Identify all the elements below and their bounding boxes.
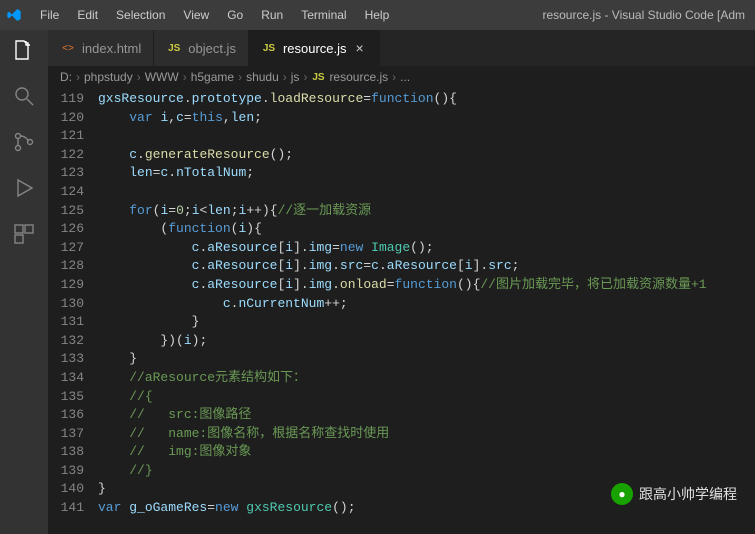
breadcrumb-file[interactable]: JSresource.js [311, 70, 388, 84]
extensions-icon[interactable] [12, 222, 36, 246]
line-number: 141 [48, 499, 84, 518]
menu-go[interactable]: Go [219, 4, 251, 26]
code-content[interactable]: gxsResource.prototype.loadResource=funct… [98, 88, 755, 534]
line-number: 122 [48, 146, 84, 165]
code-line[interactable]: c.generateResource(); [98, 146, 755, 165]
menu-view[interactable]: View [175, 4, 217, 26]
code-line[interactable]: c.aResource[i].img=new Image(); [98, 239, 755, 258]
breadcrumb: D:›phpstudy›WWW›h5game›shudu›js›JSresour… [48, 66, 755, 88]
source-control-icon[interactable] [12, 130, 36, 154]
code-area[interactable]: 1191201211221231241251261271281291301311… [48, 88, 755, 534]
code-line[interactable]: gxsResource.prototype.loadResource=funct… [98, 90, 755, 109]
chevron-right-icon: › [183, 70, 187, 84]
code-line[interactable] [98, 127, 755, 146]
code-line[interactable] [98, 183, 755, 202]
breadcrumb-item[interactable]: shudu [246, 70, 279, 84]
js-file-icon: JS [261, 40, 277, 56]
menu-bar: File Edit Selection View Go Run Terminal… [32, 4, 397, 26]
line-number: 120 [48, 109, 84, 128]
editor-area: <>index.htmlJSobject.jsJSresource.js× D:… [48, 30, 755, 534]
tab-label: index.html [82, 41, 141, 56]
menu-edit[interactable]: Edit [69, 4, 106, 26]
line-number: 133 [48, 350, 84, 369]
wechat-icon: ● [611, 483, 633, 505]
chevron-right-icon: › [137, 70, 141, 84]
code-line[interactable]: var i,c=this,len; [98, 109, 755, 128]
line-number: 136 [48, 406, 84, 425]
code-line[interactable]: (function(i){ [98, 220, 755, 239]
line-number: 132 [48, 332, 84, 351]
menu-selection[interactable]: Selection [108, 4, 173, 26]
chevron-right-icon: › [392, 70, 396, 84]
code-line[interactable]: len=c.nTotalNum; [98, 164, 755, 183]
code-line[interactable]: } [98, 313, 755, 332]
menu-help[interactable]: Help [357, 4, 398, 26]
line-number: 124 [48, 183, 84, 202]
code-line[interactable]: // src:图像路径 [98, 406, 755, 425]
line-number: 131 [48, 313, 84, 332]
line-number: 129 [48, 276, 84, 295]
title-bar: File Edit Selection View Go Run Terminal… [0, 0, 755, 30]
code-line[interactable]: //aResource元素结构如下： [98, 369, 755, 388]
close-icon[interactable]: × [353, 41, 367, 55]
line-number: 134 [48, 369, 84, 388]
search-icon[interactable] [12, 84, 36, 108]
code-line[interactable]: // name:图像名称，根据名称查找时使用 [98, 425, 755, 444]
menu-run[interactable]: Run [253, 4, 291, 26]
line-number: 138 [48, 443, 84, 462]
explorer-icon[interactable] [12, 38, 36, 62]
line-number: 125 [48, 202, 84, 221]
breadcrumb-item[interactable]: WWW [145, 70, 179, 84]
breadcrumb-item[interactable]: h5game [191, 70, 234, 84]
wechat-watermark: ● 跟高小帅学编程 [607, 482, 741, 506]
chevron-right-icon: › [283, 70, 287, 84]
code-line[interactable]: c.nCurrentNum++; [98, 295, 755, 314]
code-line[interactable]: } [98, 350, 755, 369]
chevron-right-icon: › [238, 70, 242, 84]
line-number: 135 [48, 388, 84, 407]
tab-object-js[interactable]: JS object.js [154, 30, 249, 66]
code-line[interactable]: })(i); [98, 332, 755, 351]
line-number: 127 [48, 239, 84, 258]
code-line[interactable]: // img:图像对象 [98, 443, 755, 462]
js-file-icon: JS [166, 40, 182, 56]
window-title: resource.js - Visual Studio Code [Adm [397, 8, 749, 22]
tab-label: resource.js [283, 41, 347, 56]
line-number: 119 [48, 90, 84, 109]
line-number: 137 [48, 425, 84, 444]
line-number: 130 [48, 295, 84, 314]
line-number: 126 [48, 220, 84, 239]
js-file-icon: JS [311, 70, 325, 84]
line-number: 128 [48, 257, 84, 276]
run-debug-icon[interactable] [12, 176, 36, 200]
line-number: 121 [48, 127, 84, 146]
vscode-logo-icon [6, 7, 22, 23]
breadcrumb-item[interactable]: js [291, 70, 300, 84]
code-line[interactable]: c.aResource[i].img.src=c.aResource[i].sr… [98, 257, 755, 276]
menu-file[interactable]: File [32, 4, 67, 26]
line-gutter: 1191201211221231241251261271281291301311… [48, 88, 98, 534]
breadcrumb-more[interactable]: ... [400, 70, 410, 84]
breadcrumb-item[interactable]: phpstudy [84, 70, 133, 84]
tabs-row: <> index.html JS object.js JS resource.js × [48, 30, 755, 66]
chevron-right-icon: › [303, 70, 307, 84]
tab-index-html[interactable]: <> index.html [48, 30, 154, 66]
watermark-text: 跟高小帅学编程 [639, 484, 737, 504]
chevron-right-icon: › [76, 70, 80, 84]
line-number: 140 [48, 480, 84, 499]
activity-bar [0, 30, 48, 534]
tab-label: object.js [188, 41, 236, 56]
line-number: 139 [48, 462, 84, 481]
code-line[interactable]: c.aResource[i].img.onload=function(){//图… [98, 276, 755, 295]
code-line[interactable]: //{ [98, 388, 755, 407]
code-line[interactable]: for(i=0;i<len;i++){//逐一加载资源 [98, 202, 755, 221]
breadcrumb-item[interactable]: D: [60, 70, 72, 84]
html-file-icon: <> [60, 40, 76, 56]
code-line[interactable]: //} [98, 462, 755, 481]
tab-resource-js[interactable]: JS resource.js × [249, 30, 380, 66]
menu-terminal[interactable]: Terminal [293, 4, 354, 26]
line-number: 123 [48, 164, 84, 183]
